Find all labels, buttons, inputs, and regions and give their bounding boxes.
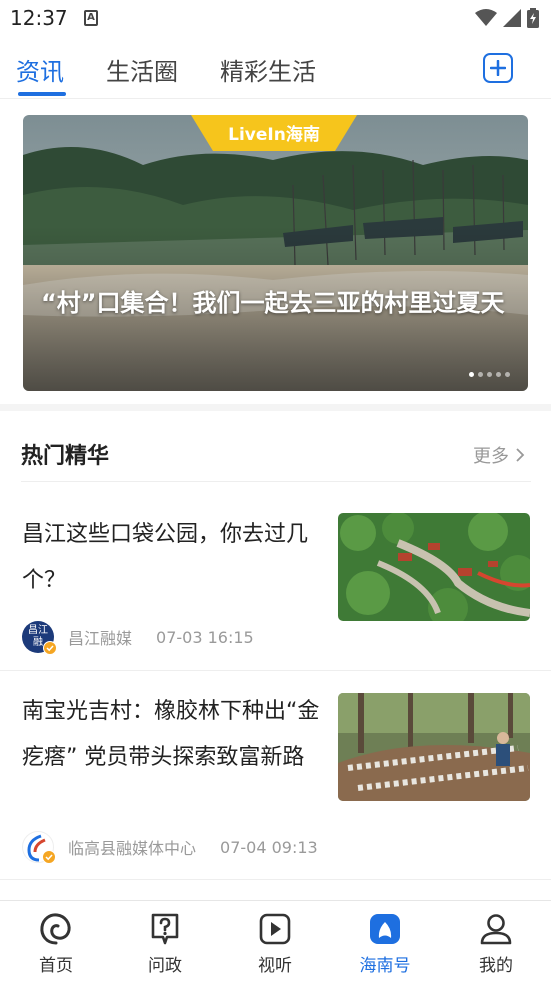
tab-wonderful-life[interactable]: 精彩生活: [220, 52, 316, 87]
article-source: 临高县融媒体中心: [68, 839, 197, 858]
article-item[interactable]: 南宝光吉村：橡胶林下种出“金疙瘩” 党员带头探索致富新路 临高县融媒体中心 07…: [0, 671, 551, 879]
carousel-dot: [478, 372, 483, 377]
carousel-dot: [505, 372, 510, 377]
park-image: [338, 513, 530, 621]
verified-icon: [42, 850, 56, 864]
article-title: 昌江这些口袋公园，你去过几个？: [22, 522, 309, 593]
banner-carousel[interactable]: LiveIn海南 “村”口集合！我们一起去三亚的村里过夏天: [23, 115, 528, 391]
article-meta: 临高县融媒体中心 07-04 09:13: [22, 831, 318, 864]
nav-label: 问政: [148, 956, 182, 976]
status-icons: [475, 8, 539, 28]
more-label: 更多: [473, 446, 509, 467]
active-tab-indicator: [18, 92, 66, 96]
article-thumbnail: [338, 513, 530, 621]
carousel-dot: [469, 372, 474, 377]
source-avatar: [22, 831, 56, 864]
banner-title: “村”口集合！我们一起去三亚的村里过夏天: [41, 289, 505, 317]
tab-life-circle[interactable]: 生活圈: [106, 52, 178, 87]
article-time: 07-04 09:13: [220, 837, 318, 857]
verified-icon: [43, 641, 57, 655]
plus-icon: [490, 60, 506, 76]
hainan-account-icon: [370, 914, 400, 944]
notification-a-icon: A: [84, 10, 98, 26]
wifi-icon: [475, 9, 497, 26]
play-icon: [259, 913, 291, 945]
add-channel-button[interactable]: [483, 53, 513, 83]
user-icon: [480, 914, 512, 945]
chevron-right-icon: [516, 448, 525, 462]
carousel-dot: [487, 372, 492, 377]
nav-me[interactable]: 我的: [456, 911, 536, 976]
article-item[interactable]: 昌江这些口袋公园，你去过几个？ 昌江融 昌江融媒 07-03 16:15: [0, 482, 551, 670]
question-chat-icon: [151, 913, 179, 945]
top-tab-bar: 资讯 生活圈 精彩生活: [0, 38, 551, 99]
nav-video[interactable]: 视听: [235, 911, 315, 976]
more-link[interactable]: 更多: [473, 442, 525, 468]
nav-inquiry[interactable]: 问政: [125, 911, 205, 976]
battery-icon: [527, 8, 539, 28]
article-meta: 昌江融 昌江融媒 07-03 16:15: [22, 621, 254, 655]
bottom-navigation: 首页 问政 视听 海南号 我的: [0, 900, 551, 981]
section-divider: [0, 404, 551, 411]
article-title: 南宝光吉村：橡胶林下种出“金疙瘩” 党员带头探索致富新路: [22, 699, 320, 770]
section-title: 热门精华: [21, 444, 110, 469]
status-bar: 12:37 A: [0, 0, 551, 38]
nav-home[interactable]: 首页: [16, 911, 96, 976]
signal-icon: [503, 9, 521, 27]
row-divider: [0, 879, 551, 880]
rubber-forest-image: [338, 693, 530, 801]
status-time: 12:37: [10, 6, 68, 30]
nav-label: 海南号: [359, 956, 411, 976]
nav-label: 视听: [258, 956, 292, 976]
banner-image: [23, 115, 528, 391]
article-thumbnail: [338, 693, 530, 801]
banner-badge: LiveIn海南: [228, 125, 320, 145]
carousel-dot: [496, 372, 501, 377]
nav-label: 首页: [39, 956, 73, 976]
nav-label: 我的: [479, 956, 513, 976]
article-time: 07-03 16:15: [156, 627, 254, 647]
nav-hainan-account[interactable]: 海南号: [345, 911, 425, 976]
home-swirl-icon: [40, 913, 71, 945]
source-avatar: 昌江融: [22, 621, 57, 655]
carousel-dots: [469, 372, 510, 377]
article-source: 昌江融媒: [68, 629, 133, 648]
tab-news[interactable]: 资讯: [16, 52, 64, 87]
